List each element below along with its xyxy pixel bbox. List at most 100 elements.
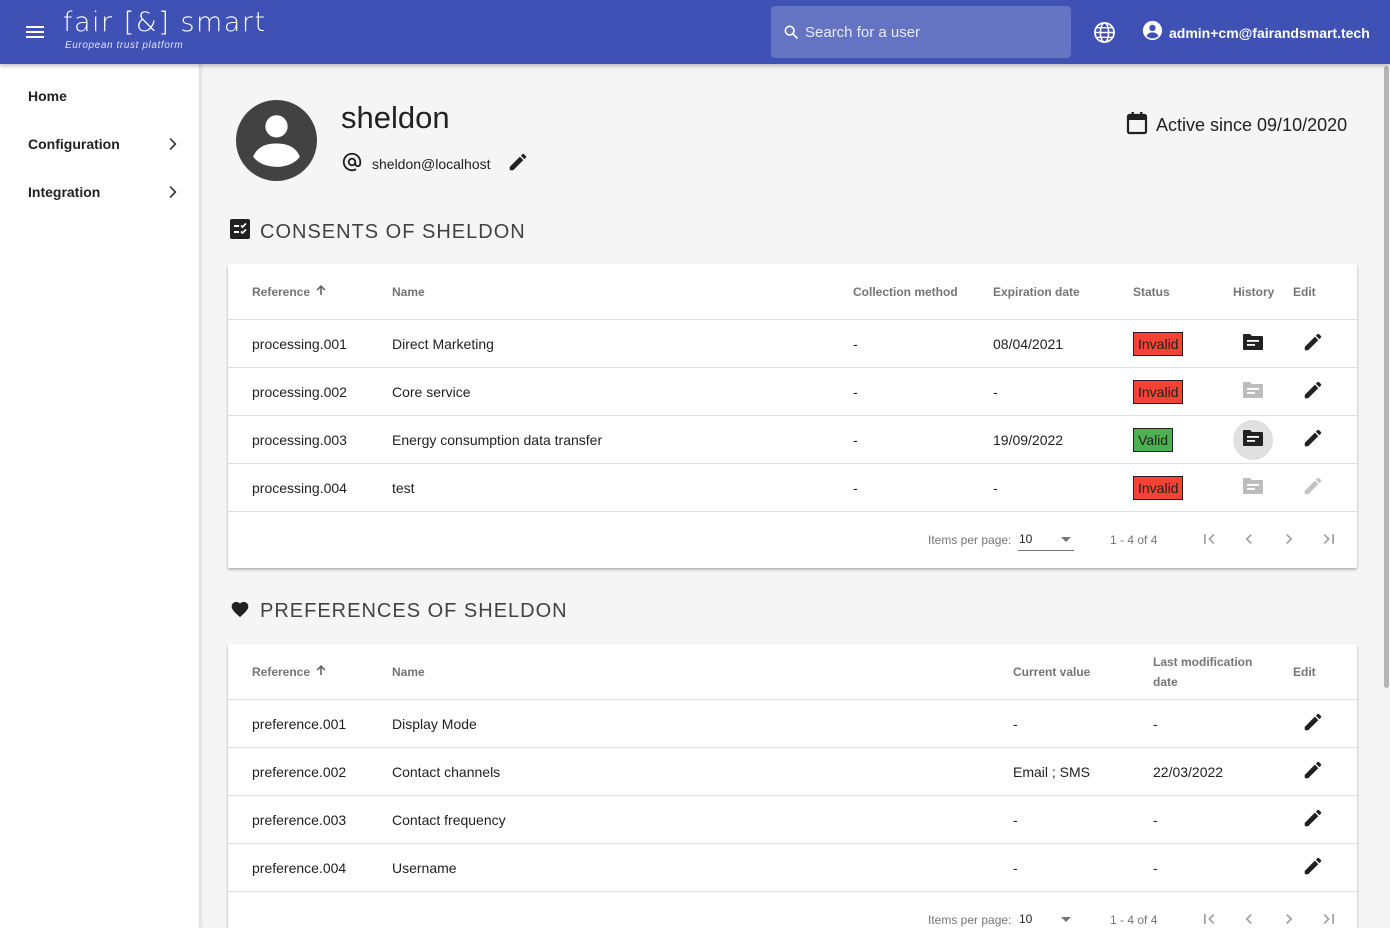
last-page-button[interactable] <box>1309 900 1349 928</box>
last-page-icon <box>1319 909 1339 928</box>
column-header-reference[interactable]: Reference <box>252 264 327 320</box>
edit-consent-button[interactable] <box>1293 420 1333 460</box>
items-per-page-label: Items per page: <box>928 533 1012 547</box>
history-folder-icon <box>1242 333 1264 356</box>
dropdown-caret-icon <box>1061 537 1071 542</box>
column-header-name[interactable]: Name <box>392 644 425 700</box>
cell-reference: processing.002 <box>252 384 347 400</box>
sidebar-item-configuration[interactable]: Configuration <box>0 120 199 168</box>
top-app-bar: fair [&] smart European trust platform a… <box>0 0 1390 64</box>
previous-page-button[interactable] <box>1229 520 1269 560</box>
cell-collection-method: - <box>853 432 858 448</box>
table-row: processing.004 test - - Invalid <box>228 464 1357 512</box>
user-name-heading: sheldon <box>341 100 450 135</box>
column-header-history: History <box>1233 285 1275 299</box>
first-page-icon <box>1199 529 1219 552</box>
page-size-select[interactable]: 10 <box>1018 527 1074 551</box>
history-button[interactable] <box>1233 420 1273 460</box>
next-page-button[interactable] <box>1269 520 1309 560</box>
edit-email-pencil-icon[interactable] <box>507 151 529 178</box>
first-page-button[interactable] <box>1189 900 1229 928</box>
edit-preference-button[interactable] <box>1293 848 1333 888</box>
arrow-up-icon <box>315 282 327 302</box>
column-header-current-value[interactable]: Current value <box>1013 644 1090 700</box>
edit-preference-button[interactable] <box>1293 704 1333 744</box>
page-range-label: 1 - 4 of 4 <box>1110 913 1158 927</box>
table-row: preference.003 Contact frequency - - <box>228 796 1357 844</box>
cell-reference: preference.001 <box>252 716 347 732</box>
cell-reference: preference.004 <box>252 860 347 876</box>
scrollbar-thumb[interactable] <box>1384 66 1389 688</box>
cell-collection-method: - <box>853 480 858 496</box>
column-header-collection-method[interactable]: Collection method <box>853 264 958 320</box>
chevron-left-icon <box>1239 529 1259 552</box>
header-label: Reference <box>252 665 311 679</box>
cell-last-modification-date: 22/03/2022 <box>1153 764 1224 780</box>
active-since-info: Active since 09/10/2020 <box>1126 111 1347 140</box>
next-page-button[interactable] <box>1269 900 1309 928</box>
history-folder-icon <box>1242 429 1264 452</box>
heart-icon <box>230 599 250 624</box>
edit-preference-button[interactable] <box>1293 752 1333 792</box>
edit-preference-button[interactable] <box>1293 800 1333 840</box>
cell-expiration-date: - <box>993 384 998 400</box>
cell-name: test <box>392 480 415 496</box>
edit-consent-button[interactable] <box>1293 324 1333 364</box>
cell-expiration-date: - <box>993 480 998 496</box>
cell-last-modification-date: - <box>1153 716 1158 732</box>
sidebar-item-home[interactable]: Home <box>0 72 199 120</box>
arrow-up-icon <box>315 662 327 682</box>
sidebar-item-label: Integration <box>28 184 101 200</box>
status-badge: Invalid <box>1133 380 1184 404</box>
pencil-icon <box>1302 475 1324 502</box>
page-scrollbar[interactable] <box>1383 64 1390 928</box>
last-page-button[interactable] <box>1309 520 1349 560</box>
search-input[interactable] <box>805 6 1055 58</box>
cell-reference: preference.003 <box>252 812 347 828</box>
chevron-right-icon <box>163 183 181 204</box>
chevron-right-icon <box>1279 529 1299 552</box>
status-badge: Valid <box>1133 428 1174 452</box>
column-header-reference[interactable]: Reference <box>252 644 327 700</box>
account-circle-icon <box>1142 20 1163 46</box>
logo-tagline: European trust platform <box>65 40 184 51</box>
chevron-right-icon <box>1279 909 1299 928</box>
first-page-icon <box>1199 909 1219 928</box>
cell-name: Core service <box>392 384 471 400</box>
preferences-paginator: Items per page: 10 1 - 4 of 4 <box>228 892 1357 928</box>
account-menu-button[interactable]: admin+cm@fairandsmart.tech <box>1142 20 1370 46</box>
sidebar-item-label: Home <box>28 88 67 104</box>
column-header-expiration-date[interactable]: Expiration date <box>993 264 1080 320</box>
cell-status: Valid <box>1133 416 1174 464</box>
menu-icon[interactable] <box>20 18 50 46</box>
column-header-edit: Edit <box>1293 665 1316 679</box>
cell-reference: processing.003 <box>252 432 347 448</box>
preferences-table: Reference Name Current value Last modifi… <box>228 644 1357 928</box>
cell-collection-method: - <box>853 336 858 352</box>
cell-current-value: - <box>1013 716 1018 732</box>
sidebar-item-integration[interactable]: Integration <box>0 168 199 216</box>
first-page-button[interactable] <box>1189 520 1229 560</box>
table-header-row: Reference Name Collection method Expirat… <box>228 264 1357 320</box>
previous-page-button[interactable] <box>1229 900 1269 928</box>
history-button[interactable] <box>1233 324 1273 364</box>
page-size-select[interactable]: 10 <box>1018 907 1074 928</box>
table-header-row: Reference Name Current value Last modifi… <box>228 644 1357 700</box>
history-button <box>1233 468 1273 508</box>
preferences-section-title: PREFERENCES OF SHELDON <box>230 599 568 624</box>
cell-status: Invalid <box>1133 320 1184 368</box>
status-badge: Invalid <box>1133 332 1184 356</box>
edit-consent-button[interactable] <box>1293 372 1333 412</box>
history-button <box>1233 372 1273 412</box>
language-globe-icon[interactable] <box>1093 21 1116 49</box>
active-since-text: Active since 09/10/2020 <box>1156 115 1348 135</box>
header-label: Reference <box>252 285 311 299</box>
table-row: preference.002 Contact channels Email ; … <box>228 748 1357 796</box>
column-header-name[interactable]: Name <box>392 264 425 320</box>
cell-status: Invalid <box>1133 464 1184 512</box>
column-header-status[interactable]: Status <box>1133 264 1170 320</box>
column-header-last-modification-date[interactable]: Last modification date <box>1153 644 1263 700</box>
items-per-page-label: Items per page: <box>928 913 1012 927</box>
app-logo[interactable]: fair [&] smart European trust platform <box>63 8 267 52</box>
search-icon <box>783 24 799 45</box>
